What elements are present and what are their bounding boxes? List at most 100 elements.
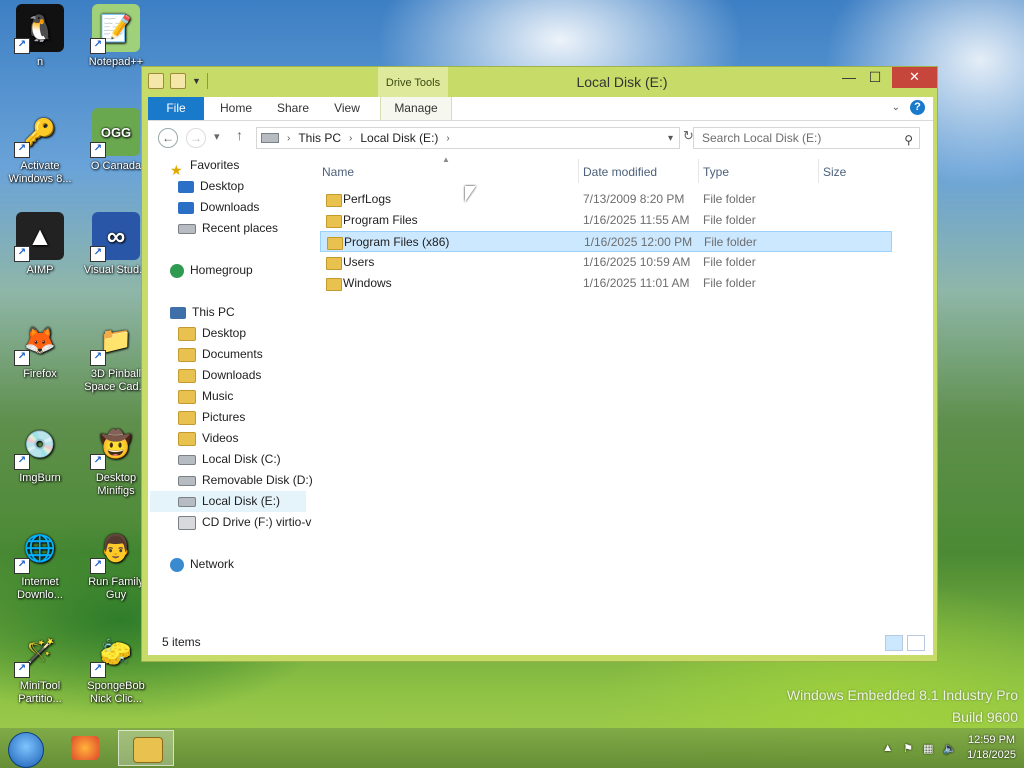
drive-icon [178, 454, 196, 465]
nav-pc-cd-drive-f[interactable]: CD Drive (F:) virtio-v [178, 512, 311, 533]
folder-icon [178, 389, 196, 404]
nav-network[interactable]: Network [170, 554, 234, 575]
nav-favorites[interactable]: ★ Favorites [170, 155, 239, 178]
nav-pc-downloads[interactable]: Downloads [178, 365, 261, 386]
desktop-app-icon: 💿 ↗ [14, 420, 64, 470]
nav-pc-documents[interactable]: Documents [178, 344, 263, 365]
computer-icon [170, 306, 186, 319]
desktop-icon-item[interactable]: 🐧 ↗ n [2, 4, 78, 69]
title-bar[interactable]: ▼ Drive Tools Local Disk (E:) — ☐ ✕ [142, 67, 937, 97]
folder-icon [178, 368, 196, 383]
system-tray: ▲ ⚑ ▦ 🔈 12:59 PM 1/18/2025 [882, 732, 1016, 764]
desktop-icon-item[interactable]: 🪄 ↗ MiniTool Partitio... [2, 628, 78, 706]
column-header-date-modified[interactable]: Date modified [583, 165, 657, 179]
breadcrumb-local-disk-e[interactable]: Local Disk (E:) [360, 131, 438, 145]
shortcut-arrow-icon: ↗ [90, 142, 106, 158]
search-input[interactable]: Search Local Disk (E:) ⚲ [693, 127, 920, 149]
breadcrumb-chevron-icon[interactable]: › [349, 133, 352, 144]
shortcut-arrow-icon: ↗ [90, 38, 106, 54]
tab-view[interactable]: View [322, 97, 372, 120]
nav-pc-removable-disk-d[interactable]: Removable Disk (D:) [178, 470, 313, 491]
large-icons-view-icon[interactable] [907, 635, 925, 651]
nav-pc-pictures[interactable]: Pictures [178, 407, 245, 428]
nav-pc-local-disk-e[interactable]: Local Disk (E:) [150, 491, 306, 512]
details-view-icon[interactable] [885, 635, 903, 651]
desktop-icon-item[interactable]: 💿 ↗ ImgBurn [2, 420, 78, 485]
table-row[interactable]: Program Files 1/16/2025 11:55 AM File fo… [320, 210, 892, 231]
desktop-icon-item[interactable]: 🌐 ↗ Internet Downlo... [2, 524, 78, 602]
nav-fav-downloads[interactable]: Downloads [178, 197, 259, 218]
address-bar[interactable]: › This PC › Local Disk (E:) › ▾ [256, 127, 680, 149]
breadcrumb-chevron-icon[interactable]: › [287, 133, 290, 144]
nav-fav-desktop[interactable]: Desktop [178, 176, 244, 197]
desktop-icon-item[interactable]: ▲ ↗ AIMP [2, 212, 78, 277]
table-row[interactable]: Users 1/16/2025 10:59 AM File folder [320, 252, 892, 273]
drive-tools-context-label: Drive Tools [378, 67, 448, 97]
quick-access-toolbar: ▼ [148, 73, 208, 89]
desktop-icon-item[interactable]: 🔑 ↗ Activate Windows 8... [2, 108, 78, 186]
taskbar-file-explorer[interactable] [118, 730, 174, 766]
expand-ribbon-icon[interactable]: ⌄ [892, 102, 900, 113]
breadcrumb-this-pc[interactable]: This PC [298, 131, 341, 145]
shortcut-arrow-icon: ↗ [90, 246, 106, 262]
clock[interactable]: 12:59 PM 1/18/2025 [967, 733, 1016, 763]
table-row-selected[interactable]: Program Files (x86) 1/16/2025 12:00 PM F… [320, 231, 892, 252]
cd-drive-icon [178, 515, 196, 530]
desktop-app-icon: 👨 ↗ [90, 524, 140, 574]
ribbon-tabs: File Home Share View Manage ⌄ ? [148, 97, 933, 121]
nav-pc-videos[interactable]: Videos [178, 428, 238, 449]
tab-home[interactable]: Home [208, 97, 264, 120]
desktop-icon-label: Internet Downlo... [17, 576, 63, 601]
start-button[interactable] [8, 732, 44, 768]
help-icon[interactable]: ? [910, 100, 925, 115]
network-status-icon[interactable]: ▦ [923, 742, 933, 755]
desktop-app-icon: OGG ↗ [90, 108, 140, 158]
folder-icon [178, 326, 196, 341]
shortcut-arrow-icon: ↗ [90, 350, 106, 366]
search-icon[interactable]: ⚲ [904, 130, 913, 150]
nav-this-pc[interactable]: This PC [170, 302, 235, 323]
column-divider[interactable] [578, 159, 579, 183]
volume-icon[interactable]: 🔈 [943, 742, 957, 755]
shortcut-arrow-icon: ↗ [14, 246, 30, 262]
nav-pc-local-disk-c[interactable]: Local Disk (C:) [178, 449, 281, 470]
up-arrow-icon[interactable]: ↑ [236, 127, 243, 143]
new-folder-icon[interactable] [170, 73, 186, 89]
desktop-app-icon: 📝 ↗ [90, 4, 140, 54]
table-row[interactable]: Windows 1/16/2025 11:01 AM File folder [320, 273, 892, 294]
properties-icon[interactable] [148, 73, 164, 89]
folder-icon [178, 347, 196, 362]
table-row[interactable]: PerfLogs 7/13/2009 8:20 PM File folder [320, 189, 892, 210]
customize-qat-dropdown-icon[interactable]: ▼ [192, 76, 201, 86]
maximize-button[interactable]: ☐ [862, 67, 888, 88]
column-divider[interactable] [698, 159, 699, 183]
column-header-type[interactable]: Type [703, 165, 729, 179]
address-history-dropdown-icon[interactable]: ▾ [668, 133, 673, 144]
nav-pc-desktop[interactable]: Desktop [178, 323, 246, 344]
column-header-size[interactable]: Size [823, 165, 846, 179]
folder-icon [326, 215, 342, 228]
recent-locations-dropdown-icon[interactable]: ▾ [214, 130, 220, 143]
taskbar-firefox[interactable] [57, 730, 113, 766]
qat-separator [206, 73, 208, 89]
minimize-button[interactable]: — [836, 67, 862, 88]
nav-pc-music[interactable]: Music [178, 386, 233, 407]
close-button[interactable]: ✕ [892, 67, 937, 88]
nav-fav-recent-places[interactable]: Recent places [178, 218, 278, 239]
tab-manage[interactable]: Manage [380, 97, 452, 120]
column-header-name[interactable]: Name [322, 165, 354, 179]
tab-file[interactable]: File [148, 97, 204, 120]
nav-homegroup[interactable]: Homegroup [170, 260, 253, 281]
column-divider[interactable] [818, 159, 819, 183]
desktop-icon-item[interactable]: 🦊 ↗ Firefox [2, 316, 78, 381]
action-center-flag-icon[interactable]: ⚑ [903, 742, 913, 755]
desktop-icon-item[interactable]: 📝 ↗ Notepad++ [78, 4, 154, 69]
forward-button[interactable]: → [186, 128, 206, 148]
tab-share[interactable]: Share [268, 97, 318, 120]
back-button[interactable]: ← [158, 128, 178, 148]
drive-icon [261, 133, 279, 143]
desktop-icon [178, 180, 194, 193]
breadcrumb-chevron-icon[interactable]: › [446, 133, 449, 144]
show-hidden-icons-icon[interactable]: ▲ [882, 742, 893, 754]
desktop-app-icon: 📁 ↗ [90, 316, 140, 366]
